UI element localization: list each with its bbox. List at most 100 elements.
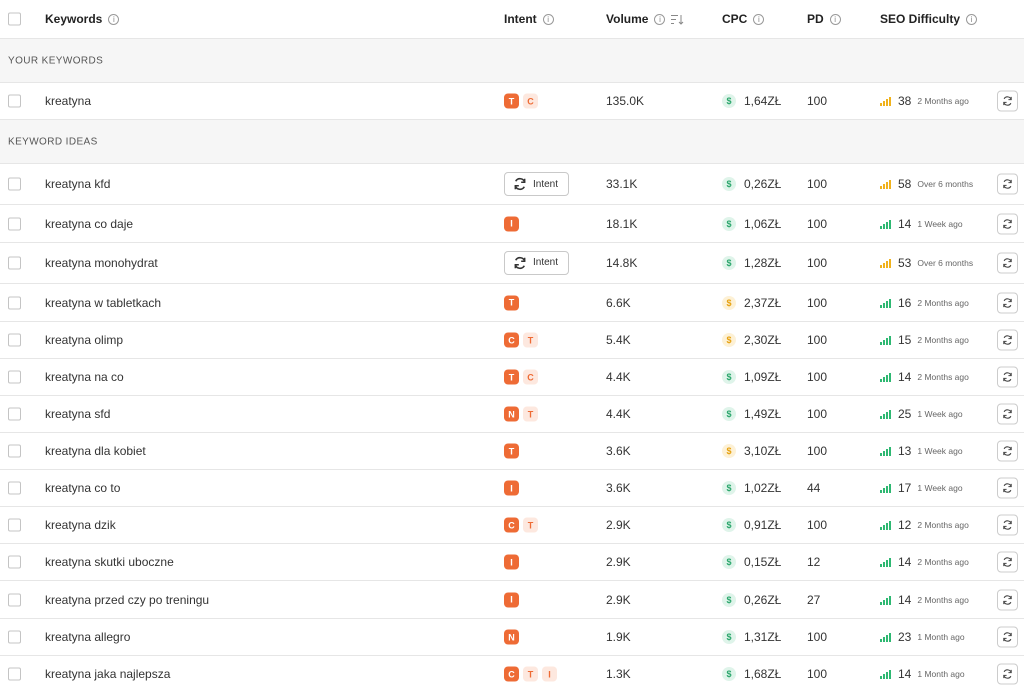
cpc-cell: $0,15ZŁ: [722, 555, 781, 569]
get-intent-button[interactable]: Intent: [504, 250, 569, 275]
intent-cell: I: [504, 216, 519, 231]
info-icon[interactable]: i: [966, 13, 978, 25]
cpc-value: 1,31ZŁ: [744, 630, 782, 644]
seo-difficulty-cell: 16 2 Months ago: [880, 296, 969, 310]
section-title: YOUR KEYWORDS: [8, 55, 104, 66]
row-checkbox[interactable]: [8, 481, 21, 495]
refresh-icon: [513, 256, 527, 270]
last-updated: 2 Months ago: [917, 335, 969, 345]
info-icon[interactable]: i: [829, 13, 841, 25]
refresh-button[interactable]: [997, 514, 1018, 536]
row-checkbox[interactable]: [8, 407, 21, 421]
pd-value: 100: [807, 444, 828, 458]
table-row: kreatyna allegro N 1.9K $1,31ZŁ 100 23 1 Month…: [0, 619, 1024, 656]
row-checkbox[interactable]: [8, 555, 21, 569]
section-keyword-ideas: KEYWORD IDEAS: [0, 120, 1024, 164]
keyword-text[interactable]: kreatyna skutki uboczne: [45, 555, 174, 569]
keyword-text[interactable]: kreatyna: [45, 94, 91, 108]
sort-descending-icon[interactable]: [671, 14, 684, 25]
cpc-cell: $0,26ZŁ: [722, 592, 782, 607]
keyword-text[interactable]: kreatyna sfd: [45, 407, 110, 421]
row-checkbox[interactable]: [8, 444, 21, 458]
refresh-button[interactable]: [997, 329, 1018, 351]
row-checkbox[interactable]: [8, 256, 21, 269]
row-checkbox[interactable]: [8, 593, 21, 606]
refresh-button[interactable]: [997, 440, 1018, 462]
column-header-intent[interactable]: Intent i: [504, 12, 554, 26]
refresh-button[interactable]: [997, 252, 1018, 273]
last-updated: 2 Months ago: [917, 520, 969, 530]
difficulty-bars-icon: [880, 446, 892, 456]
seo-difficulty-value: 25: [898, 407, 912, 421]
row-checkbox[interactable]: [8, 217, 21, 230]
refresh-button[interactable]: [997, 213, 1018, 234]
pd-value: 100: [807, 177, 828, 191]
refresh-button[interactable]: [997, 589, 1018, 610]
info-icon[interactable]: i: [108, 13, 120, 25]
intent-cell: N: [504, 629, 519, 645]
column-header-seo-difficulty[interactable]: SEO Difficulty i: [880, 12, 978, 26]
row-checkbox[interactable]: [8, 630, 21, 644]
keyword-text[interactable]: kreatyna w tabletkach: [45, 296, 161, 310]
seo-difficulty-value: 15: [898, 333, 912, 347]
refresh-button[interactable]: [997, 292, 1018, 313]
column-header-pd[interactable]: PD i: [807, 12, 841, 26]
refresh-button[interactable]: [997, 90, 1018, 112]
info-icon[interactable]: i: [654, 13, 666, 25]
refresh-button[interactable]: [997, 551, 1018, 573]
refresh-button[interactable]: [997, 366, 1018, 388]
row-checkbox[interactable]: [8, 518, 21, 532]
row-checkbox[interactable]: [8, 370, 21, 384]
dollar-icon: $: [722, 592, 736, 607]
select-all-checkbox[interactable]: [8, 12, 21, 26]
refresh-button[interactable]: [997, 173, 1018, 195]
keyword-text[interactable]: kreatyna przed czy po treningu: [45, 593, 209, 607]
pd-value: 100: [807, 407, 828, 421]
info-icon[interactable]: i: [542, 13, 554, 25]
keyword-text[interactable]: kreatyna monohydrat: [45, 256, 158, 270]
table-row: kreatyna dla kobiet T 3.6K $3,10ZŁ 100 13 1 We…: [0, 433, 1024, 470]
keyword-text[interactable]: kreatyna jaka najlepsza: [45, 667, 170, 681]
keyword-text[interactable]: kreatyna dzik: [45, 518, 116, 532]
last-updated: 2 Months ago: [917, 594, 969, 605]
row-checkbox[interactable]: [8, 296, 21, 309]
keyword-text[interactable]: kreatyna allegro: [45, 630, 130, 644]
keyword-text[interactable]: kreatyna olimp: [45, 333, 123, 347]
row-checkbox[interactable]: [8, 177, 21, 191]
volume-value: 5.4K: [606, 333, 631, 347]
get-intent-button[interactable]: Intent: [504, 172, 569, 196]
refresh-button[interactable]: [997, 663, 1018, 685]
difficulty-bars-icon: [880, 483, 892, 493]
info-icon[interactable]: i: [753, 13, 765, 25]
difficulty-bars-icon: [880, 372, 892, 382]
row-checkbox[interactable]: [8, 667, 21, 681]
volume-value: 2.9K: [606, 555, 631, 569]
intent-badges: TC: [504, 93, 538, 109]
intent-button-label: Intent: [533, 178, 559, 190]
keyword-text[interactable]: kreatyna kfd: [45, 177, 110, 191]
intent-badge: I: [504, 480, 519, 496]
refresh-button[interactable]: [997, 626, 1018, 648]
column-header-cpc[interactable]: CPC i: [722, 12, 765, 26]
keyword-text[interactable]: kreatyna dla kobiet: [45, 444, 146, 458]
refresh-button[interactable]: [997, 477, 1018, 499]
dollar-icon: $: [722, 333, 736, 347]
difficulty-bars-icon: [880, 632, 892, 642]
intent-badges: CT: [504, 517, 538, 533]
row-checkbox[interactable]: [8, 94, 21, 108]
intent-cell: TC: [504, 93, 538, 109]
keyword-text[interactable]: kreatyna co to: [45, 481, 120, 495]
cpc-value: 0,26ZŁ: [744, 592, 782, 607]
seo-difficulty-value: 17: [898, 481, 912, 495]
refresh-button[interactable]: [997, 403, 1018, 425]
difficulty-bars-icon: [880, 520, 892, 530]
keyword-text[interactable]: kreatyna co daje: [45, 217, 133, 231]
column-header-keywords[interactable]: Keywords i: [45, 12, 120, 26]
difficulty-bars-icon: [880, 96, 892, 106]
column-header-cpc-label: CPC: [722, 12, 748, 26]
column-header-volume[interactable]: Volume i: [606, 12, 684, 26]
row-checkbox[interactable]: [8, 333, 21, 347]
keyword-text[interactable]: kreatyna na co: [45, 370, 124, 384]
volume-value: 1.3K: [606, 667, 631, 681]
refresh-icon: [997, 589, 1018, 610]
